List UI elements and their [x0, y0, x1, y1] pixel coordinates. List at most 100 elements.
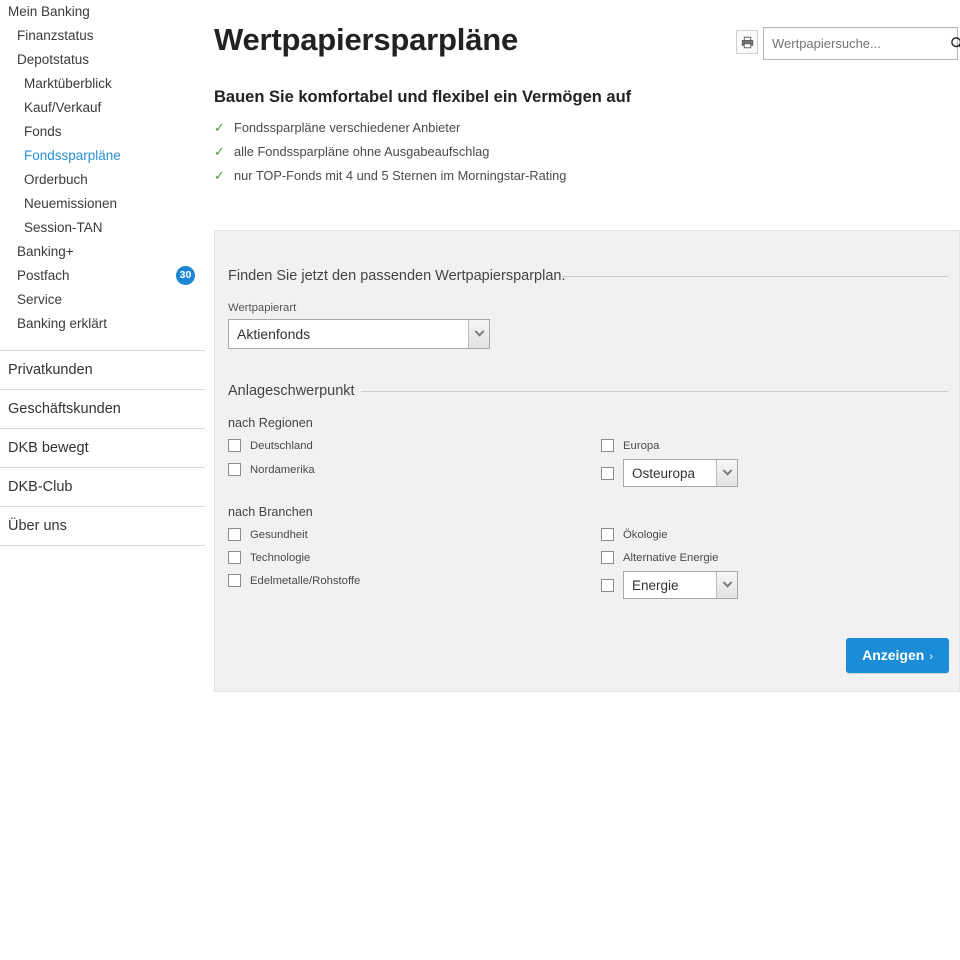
sidebar-item-banking[interactable]: Banking+: [0, 240, 205, 264]
sidebar-item-label: Service: [17, 292, 63, 307]
branche-energie-select[interactable]: Energie: [623, 571, 738, 599]
sidebar-section-label: DKB bewegt: [8, 440, 89, 456]
region-deutschland-checkbox[interactable]: [228, 439, 241, 452]
sidebar-item-neuemissionen[interactable]: Neuemissionen: [0, 192, 205, 216]
sidebar-item-postfach[interactable]: Postfach 30: [0, 264, 205, 288]
region-deutschland-label: Deutschland: [250, 439, 313, 452]
sidebar-item-kauf-verkauf[interactable]: Kauf/Verkauf: [0, 96, 205, 120]
branche-edelmetalle-rohstoffe[interactable]: Edelmetalle/Rohstoffe: [228, 574, 360, 587]
sidebar-item-finanzstatus[interactable]: Finanzstatus: [0, 24, 205, 48]
sidebar-item-banking-erklart[interactable]: Banking erklärt: [0, 312, 205, 336]
branche-gesundheit-label: Gesundheit: [250, 528, 308, 541]
unread-count-badge: 30: [176, 266, 195, 285]
sidebar-section-dkb-club[interactable]: DKB-Club: [0, 467, 205, 506]
region-europa-label: Europa: [623, 439, 660, 452]
branche-technologie[interactable]: Technologie: [228, 551, 310, 564]
sidebar-section-uber-uns[interactable]: Über uns: [0, 506, 205, 546]
intro-subtitle: Bauen Sie komfortabel und flexibel ein V…: [214, 88, 632, 106]
page-root: Mein Banking Finanzstatus Depotstatus Markt…: [0, 0, 960, 960]
region-europa[interactable]: Europa: [601, 439, 659, 452]
check-icon: ✓: [214, 168, 225, 183]
branche-gesundheit-checkbox[interactable]: [228, 528, 241, 541]
intro-bullet-text: nur TOP-Fonds mit 4 und 5 Sternen im Mor…: [234, 168, 567, 183]
sidebar-item-depotstatus[interactable]: Depotstatus: [0, 48, 205, 72]
region-nordamerika-label: Nordamerika: [250, 463, 315, 476]
sidebar-item-label: Finanzstatus: [17, 28, 94, 43]
sidebar-item-label: Orderbuch: [24, 172, 88, 187]
region-osteuropa-select-wrap[interactable]: Osteuropa: [623, 459, 738, 487]
branche-okologie[interactable]: Ökologie: [601, 528, 668, 541]
submit-button-label: Anzeigen: [862, 647, 925, 663]
branche-edelmetalle-rohstoffe-label: Edelmetalle/Rohstoffe: [250, 574, 361, 587]
search-icon[interactable]: [950, 36, 960, 51]
sidebar-nav: Mein Banking Finanzstatus Depotstatus Markt…: [0, 0, 205, 336]
region-nordamerika[interactable]: Nordamerika: [228, 463, 315, 476]
search-box[interactable]: [763, 27, 960, 60]
check-icon: ✓: [214, 144, 225, 159]
sidebar-item-fondssparplane[interactable]: Fondssparpläne: [0, 144, 205, 168]
panel-heading-rule: [562, 276, 948, 277]
branche-alternative-energie-checkbox[interactable]: [601, 551, 614, 564]
panel-heading: Finden Sie jetzt den passenden Wertpapie…: [228, 268, 948, 284]
anlageschwerpunkt-rule: [361, 391, 948, 392]
sidebar-item-mein-banking[interactable]: Mein Banking: [0, 0, 205, 24]
regionen-label: nach Regionen: [228, 416, 313, 430]
branche-technologie-checkbox[interactable]: [228, 551, 241, 564]
intro-bullet: ✓ alle Fondssparpläne ohne Ausgabeaufschl…: [214, 140, 566, 164]
branche-energie-checkbox[interactable]: [601, 578, 614, 592]
sidebar-item-marktuberblick[interactable]: Marktüberblick: [0, 72, 205, 96]
sidebar-item-label: Fonds: [24, 124, 62, 139]
region-deutschland[interactable]: Deutschland: [228, 439, 313, 452]
sidebar-section-label: Geschäftskunden: [8, 401, 121, 417]
wertpapierart-select-wrap[interactable]: Aktienfonds: [228, 319, 490, 349]
print-button[interactable]: [736, 30, 758, 54]
sidebar-section-label: Über uns: [8, 518, 67, 534]
sidebar-section-geschaftskunden[interactable]: Geschäftskunden: [0, 389, 205, 428]
branche-energie[interactable]: Energie: [601, 571, 738, 599]
wertpapierart-select[interactable]: Aktienfonds: [228, 319, 490, 349]
branche-okologie-checkbox[interactable]: [601, 528, 614, 541]
sidebar-section-privatkunden[interactable]: Privatkunden: [0, 350, 205, 389]
region-osteuropa-checkbox[interactable]: [601, 466, 614, 480]
region-osteuropa[interactable]: Osteuropa: [601, 459, 738, 487]
panel-heading-text: Finden Sie jetzt den passenden Wertpapie…: [228, 268, 566, 284]
sidebar-item-fonds[interactable]: Fonds: [0, 120, 205, 144]
anlageschwerpunkt-heading-text: Anlageschwerpunkt: [228, 383, 355, 399]
anlageschwerpunkt-heading: Anlageschwerpunkt: [228, 383, 948, 399]
sidebar-item-label: Banking+: [17, 244, 74, 259]
sidebar-item-service[interactable]: Service: [0, 288, 205, 312]
intro-bullet-text: alle Fondssparpläne ohne Ausgabeaufschla…: [234, 144, 490, 159]
region-osteuropa-select[interactable]: Osteuropa: [623, 459, 738, 487]
branche-alternative-energie[interactable]: Alternative Energie: [601, 551, 718, 564]
branche-okologie-label: Ökologie: [623, 528, 668, 541]
sidebar-section-label: DKB-Club: [8, 479, 73, 495]
sidebar-sections: Privatkunden Geschäftskunden DKB bewegt DKB…: [0, 350, 205, 546]
branche-energie-select-wrap[interactable]: Energie: [623, 571, 738, 599]
sidebar-item-label: Fondssparpläne: [24, 148, 121, 163]
intro-bullet-list: ✓ Fondssparpläne verschiedener Anbieter ✓ a…: [214, 116, 566, 188]
sidebar-item-label: Banking erklärt: [17, 316, 108, 331]
sidebar-item-label: Marktüberblick: [24, 76, 112, 91]
search-filter-panel: Finden Sie jetzt den passenden Wertpapie…: [214, 230, 960, 692]
branche-gesundheit[interactable]: Gesundheit: [228, 528, 308, 541]
region-europa-checkbox[interactable]: [601, 439, 614, 452]
check-icon: ✓: [214, 120, 225, 135]
sidebar-item-orderbuch[interactable]: Orderbuch: [0, 168, 205, 192]
branchen-label: nach Branchen: [228, 505, 313, 519]
submit-button[interactable]: Anzeigen ›: [846, 638, 949, 673]
branche-alternative-energie-label: Alternative Energie: [623, 551, 719, 564]
caret-right-icon: ›: [929, 651, 933, 663]
sidebar-section-label: Privatkunden: [8, 362, 93, 378]
search-input[interactable]: [764, 35, 950, 52]
region-nordamerika-checkbox[interactable]: [228, 463, 241, 476]
sidebar-section-dkb-bewegt[interactable]: DKB bewegt: [0, 428, 205, 467]
branche-edelmetalle-rohstoffe-checkbox[interactable]: [228, 574, 241, 587]
sidebar-item-label: Session-TAN: [24, 220, 103, 235]
intro-bullet: ✓ nur TOP-Fonds mit 4 und 5 Sternen im Mo…: [214, 164, 566, 188]
page-title: Wertpapiersparpläne: [214, 22, 519, 57]
sidebar-item-label: Neuemissionen: [24, 196, 118, 211]
sidebar-item-label: Mein Banking: [8, 4, 90, 19]
intro-bullet: ✓ Fondssparpläne verschiedener Anbieter: [214, 116, 566, 140]
sidebar-item-session-tan[interactable]: Session-TAN: [0, 216, 205, 240]
printer-icon: [741, 36, 753, 48]
